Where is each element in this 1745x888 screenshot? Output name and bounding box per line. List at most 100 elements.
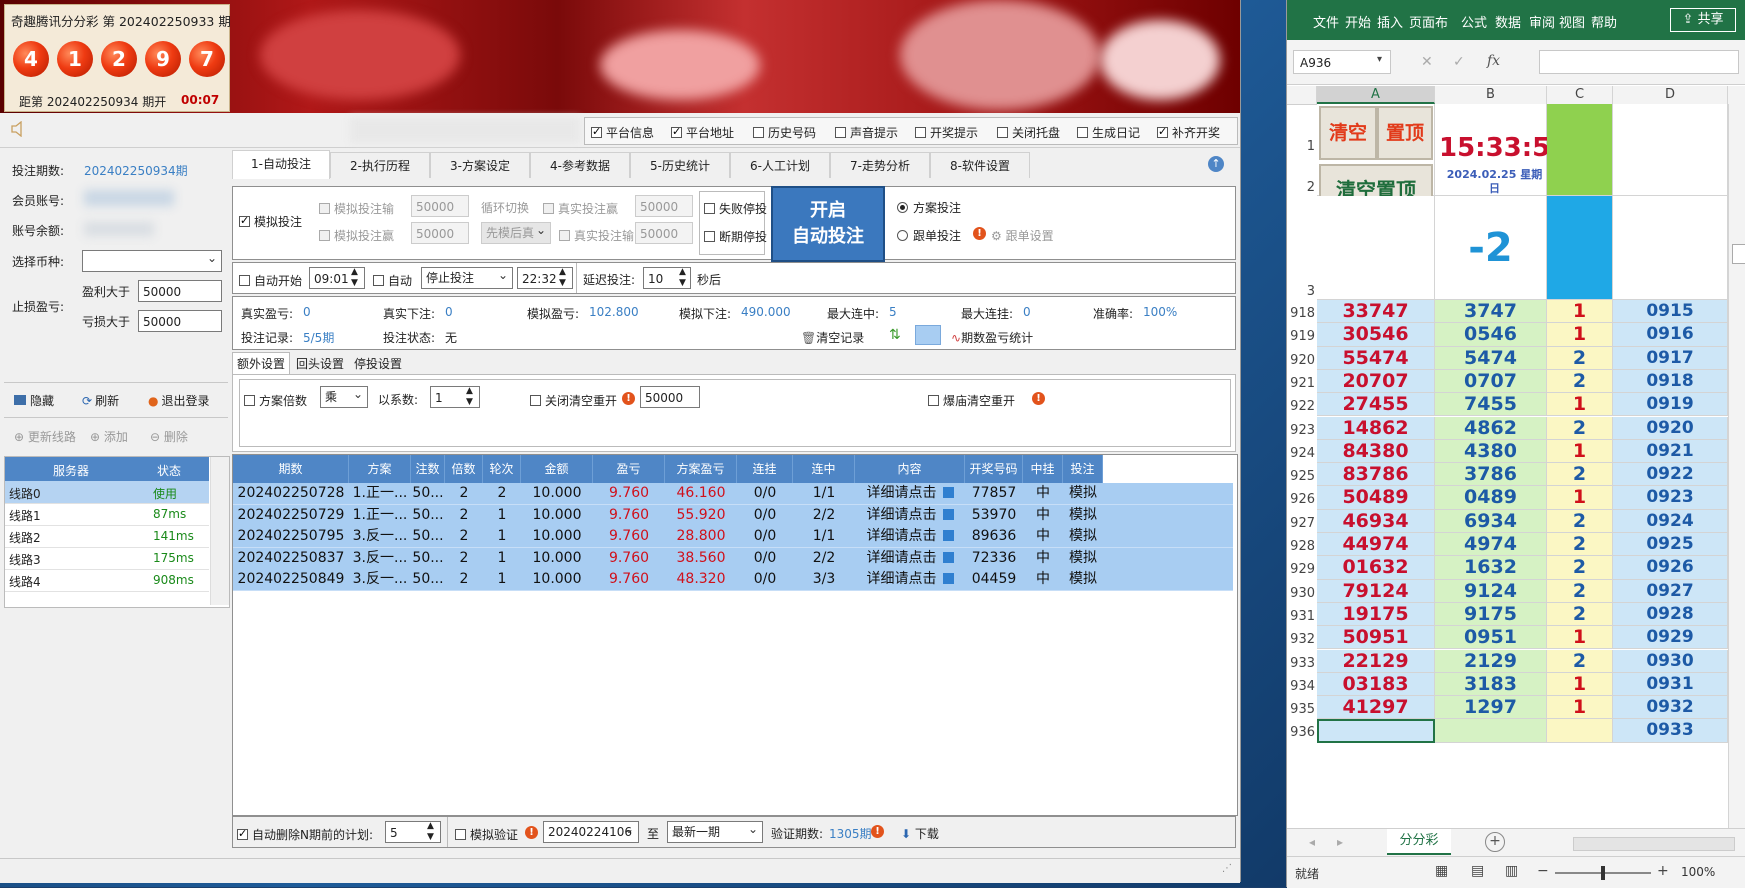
menu-item-4[interactable]: 公式 — [1461, 12, 1487, 31]
cell-c[interactable]: 1 — [1547, 300, 1613, 324]
cell-b[interactable]: 1297 — [1435, 696, 1547, 720]
checkbox-icon[interactable] — [704, 231, 715, 242]
confirm-icon[interactable]: ✓ — [1453, 54, 1465, 70]
cell-c[interactable]: 1 — [1547, 486, 1613, 510]
delay-spinner[interactable]: ▲ ▼ — [679, 267, 686, 289]
checkbox-icon[interactable] — [997, 127, 1008, 138]
cell-content[interactable]: 详细请点击 — [855, 526, 965, 547]
server-row[interactable]: 线路4 908ms — [5, 569, 209, 592]
row-header[interactable]: 935 — [1287, 702, 1317, 718]
radio-icon[interactable] — [897, 230, 908, 241]
option-close-tray[interactable]: 关闭托盘 — [997, 124, 1060, 141]
break-stop-checkbox[interactable]: 断期停投 — [704, 228, 767, 245]
cell-c[interactable]: 2 — [1547, 602, 1613, 627]
cell-d[interactable]: 0919 — [1613, 393, 1728, 417]
cell-d[interactable]: 0918 — [1613, 369, 1728, 394]
menu-item-2[interactable]: 插入 — [1377, 12, 1403, 31]
row-header[interactable]: 1 — [1287, 139, 1317, 155]
sheet-next-icon[interactable]: ▸ — [1337, 835, 1343, 849]
checkbox-icon[interactable] — [455, 829, 466, 840]
checkbox-icon[interactable] — [1077, 127, 1088, 138]
detail-icon[interactable] — [942, 573, 954, 584]
cell-a[interactable]: 83786 — [1317, 463, 1435, 487]
radio-icon[interactable] — [897, 202, 908, 213]
cell-a[interactable]: 84380 — [1317, 439, 1435, 464]
resize-grip-icon[interactable]: ⋰ — [1222, 863, 1232, 874]
cell-b[interactable]: 7455 — [1435, 393, 1547, 417]
cell-a[interactable]: 19175 — [1317, 602, 1435, 627]
sim-verify-checkbox[interactable]: 模拟验证 — [455, 826, 518, 843]
window-toggle-icon[interactable] — [915, 325, 941, 345]
hide-button[interactable]: 隐藏 — [14, 392, 54, 409]
cell-d[interactable]: 0922 — [1613, 463, 1728, 487]
checkbox-icon[interactable] — [591, 125, 602, 138]
cell-c[interactable]: 2 — [1547, 346, 1613, 370]
sim-win-input[interactable]: 50000 — [411, 222, 469, 244]
cell-b[interactable]: 0951 — [1435, 626, 1547, 650]
sim-win-checkbox[interactable]: 模拟投注赢 — [319, 227, 394, 244]
info-icon[interactable]: ↑ — [1208, 156, 1224, 172]
cell-d[interactable]: 0929 — [1613, 626, 1728, 650]
cell-d[interactable]: 0933 — [1613, 719, 1728, 743]
cell-b[interactable]: 2129 — [1435, 649, 1547, 673]
column-header-D[interactable]: D — [1613, 86, 1728, 104]
cell-c[interactable]: 1 — [1547, 696, 1613, 720]
page-break-icon[interactable]: ▥ — [1505, 863, 1518, 879]
cell-c[interactable]: 2 — [1547, 463, 1613, 487]
table-row[interactable]: 202402250837 3.反一... 50... 2 1 10.000 9.760 38.… — [233, 547, 1233, 570]
row-header[interactable]: 927 — [1287, 516, 1317, 532]
subtab-stop[interactable]: 停投设置 — [350, 354, 406, 374]
start-time-spinner[interactable]: ▲ ▼ — [351, 267, 358, 289]
cell-c[interactable]: 1 — [1547, 439, 1613, 464]
cell-a[interactable]: 44974 — [1317, 533, 1435, 557]
cell-b[interactable]: 5474 — [1435, 346, 1547, 370]
chevron-down-icon[interactable]: ▾ — [1377, 54, 1382, 65]
cell-a[interactable]: 33747 — [1317, 300, 1435, 324]
cell-b[interactable]: 3183 — [1435, 672, 1547, 697]
cell-d[interactable]: 0916 — [1613, 323, 1728, 347]
option-fill-draws[interactable]: 补齐开奖 — [1157, 124, 1220, 141]
cell-a[interactable]: 01632 — [1317, 556, 1435, 580]
start-auto-bet-button[interactable]: 开启 自动投注 — [771, 186, 885, 262]
cell-c[interactable]: 2 — [1547, 416, 1613, 440]
refresh-button[interactable]: ⟳ 刷新 — [82, 392, 119, 409]
sheet-tab[interactable]: 分分彩 — [1387, 829, 1451, 855]
tab-history-stats[interactable]: 5-历史统计 — [630, 152, 730, 178]
menu-item-7[interactable]: 视图 — [1559, 12, 1585, 31]
close-reset-checkbox[interactable]: 关闭清空重开 — [530, 392, 617, 409]
row-header[interactable]: 2 — [1287, 180, 1317, 196]
row-header[interactable]: 929 — [1287, 562, 1317, 578]
delete-route-button[interactable]: ⊖ 删除 — [150, 428, 188, 445]
period-stats-button[interactable]: ∿期数盈亏统计 — [951, 329, 1033, 346]
cell-a[interactable]: 46934 — [1317, 509, 1435, 533]
cell-d[interactable]: 0930 — [1613, 649, 1728, 673]
to-period-select[interactable]: 最新一期 — [667, 819, 763, 843]
auto-start-checkbox[interactable]: 自动开始 — [239, 272, 302, 289]
cell-c[interactable]: 2 — [1547, 533, 1613, 557]
stop-time-spinner[interactable]: ▲ ▼ — [559, 267, 566, 289]
cell-b[interactable]: 9175 — [1435, 602, 1547, 627]
option-history-numbers[interactable]: 历史号码 — [753, 124, 816, 141]
cell-d[interactable]: 0931 — [1613, 672, 1728, 697]
select-all-corner[interactable] — [1287, 86, 1317, 104]
tab-manual-plan[interactable]: 6-人工计划 — [730, 152, 830, 178]
cancel-icon[interactable]: ✕ — [1421, 54, 1433, 70]
server-row[interactable]: 线路1 87ms — [5, 503, 209, 526]
cell-a[interactable] — [1317, 719, 1435, 743]
row-header[interactable]: 3 — [1287, 284, 1317, 300]
menu-item-1[interactable]: 开始 — [1345, 12, 1371, 31]
checkbox-icon[interactable] — [239, 214, 250, 227]
cell-b[interactable]: 4862 — [1435, 416, 1547, 440]
detail-icon[interactable] — [942, 530, 954, 541]
checkbox-icon[interactable] — [319, 203, 330, 214]
zoom-slider[interactable] — [1555, 866, 1651, 880]
from-period-select[interactable]: 20240224106 — [543, 821, 639, 843]
menu-item-5[interactable]: 数据 — [1495, 12, 1521, 31]
cell-a[interactable]: 27455 — [1317, 393, 1435, 417]
add-sheet-icon[interactable]: + — [1485, 832, 1505, 852]
checkbox-icon[interactable] — [244, 395, 255, 406]
cell-a[interactable]: 41297 — [1317, 696, 1435, 720]
share-button[interactable]: ⇪ 共享 — [1670, 8, 1736, 32]
cell-c[interactable]: 2 — [1547, 579, 1613, 603]
cell-a[interactable]: 22129 — [1317, 649, 1435, 673]
